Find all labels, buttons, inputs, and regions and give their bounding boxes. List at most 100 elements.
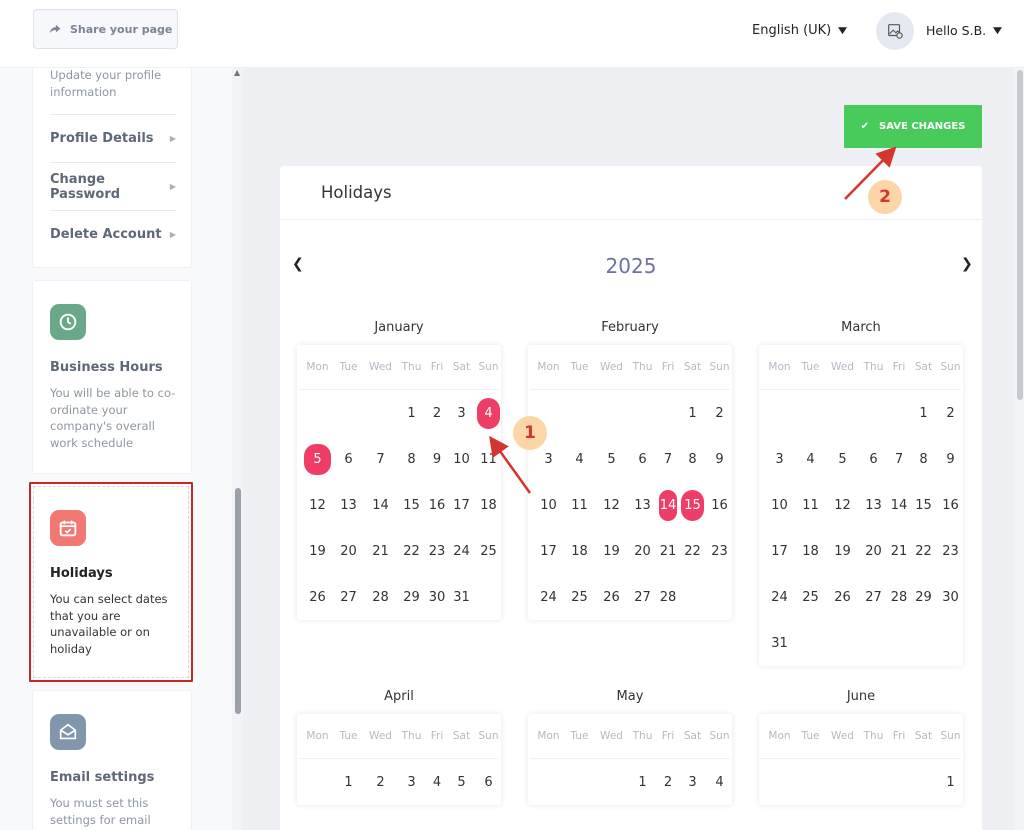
day-cell[interactable]: 25 bbox=[475, 536, 502, 567]
day-cell[interactable]: 11 bbox=[475, 444, 502, 475]
day-cell[interactable]: 30 bbox=[426, 582, 448, 613]
day-cell[interactable]: 2 bbox=[706, 398, 733, 429]
sidebar-item-delete-account[interactable]: Delete Account ▶ bbox=[50, 210, 176, 258]
day-cell[interactable]: 21 bbox=[364, 536, 397, 567]
day-cell[interactable]: 22 bbox=[397, 536, 426, 567]
day-cell-selected[interactable]: 14 bbox=[659, 489, 677, 521]
day-cell[interactable]: 23 bbox=[937, 536, 964, 567]
day-cell[interactable]: 1 bbox=[397, 398, 426, 429]
day-cell[interactable]: 23 bbox=[426, 536, 448, 567]
day-cell[interactable]: 1 bbox=[937, 767, 964, 798]
day-cell[interactable]: 9 bbox=[426, 444, 448, 475]
day-cell[interactable]: 1 bbox=[910, 398, 937, 429]
day-cell[interactable]: 7 bbox=[657, 444, 679, 475]
sidebar-scrollbar-thumb[interactable] bbox=[235, 488, 241, 714]
day-cell[interactable]: 26 bbox=[302, 582, 333, 613]
day-cell[interactable]: 22 bbox=[910, 536, 937, 567]
chevron-right-icon[interactable]: ❯ bbox=[961, 256, 973, 272]
day-cell[interactable]: 8 bbox=[910, 444, 937, 475]
day-cell[interactable]: 7 bbox=[888, 444, 910, 475]
day-cell[interactable]: 5 bbox=[448, 767, 475, 798]
day-cell[interactable]: 6 bbox=[333, 444, 364, 475]
day-cell[interactable]: 21 bbox=[888, 536, 910, 567]
day-cell[interactable]: 13 bbox=[859, 490, 888, 521]
day-cell[interactable]: 17 bbox=[764, 536, 795, 567]
day-cell[interactable]: 23 bbox=[706, 536, 733, 567]
day-cell[interactable]: 18 bbox=[564, 536, 595, 567]
sidebar-card-holidays[interactable]: Holidays You can select dates that you a… bbox=[29, 482, 193, 682]
day-cell[interactable]: 18 bbox=[795, 536, 826, 567]
day-cell[interactable]: 18 bbox=[475, 490, 502, 521]
day-cell[interactable]: 13 bbox=[628, 490, 657, 521]
day-cell[interactable]: 5 bbox=[595, 444, 628, 475]
day-cell[interactable]: 11 bbox=[795, 490, 826, 521]
day-cell[interactable]: 14 bbox=[364, 490, 397, 521]
day-cell[interactable]: 3 bbox=[397, 767, 426, 798]
day-cell[interactable]: 14 bbox=[888, 490, 910, 521]
day-cell[interactable]: 2 bbox=[364, 767, 397, 798]
day-cell[interactable]: 22 bbox=[679, 536, 706, 567]
day-cell[interactable]: 2 bbox=[937, 398, 964, 429]
day-cell[interactable]: 19 bbox=[302, 536, 333, 567]
user-menu[interactable]: Hello S.B. ▼ bbox=[926, 23, 1002, 38]
day-cell[interactable]: 1 bbox=[628, 767, 657, 798]
day-cell[interactable]: 27 bbox=[859, 582, 888, 613]
day-cell[interactable]: 17 bbox=[533, 536, 564, 567]
main-scrollbar-thumb[interactable] bbox=[1017, 70, 1023, 400]
avatar[interactable] bbox=[876, 12, 914, 50]
day-cell[interactable]: 1 bbox=[679, 398, 706, 429]
day-cell[interactable]: 7 bbox=[364, 444, 397, 475]
day-cell[interactable]: 6 bbox=[475, 767, 502, 798]
day-cell[interactable]: 2 bbox=[657, 767, 679, 798]
day-cell[interactable]: 30 bbox=[937, 582, 964, 613]
day-cell[interactable]: 8 bbox=[679, 444, 706, 475]
day-cell[interactable]: 2 bbox=[426, 398, 448, 429]
day-cell[interactable]: 10 bbox=[764, 490, 795, 521]
day-cell[interactable]: 4 bbox=[564, 444, 595, 475]
day-cell[interactable]: 27 bbox=[628, 582, 657, 613]
scroll-up-icon[interactable]: ▲ bbox=[234, 68, 240, 77]
day-cell[interactable]: 1 bbox=[333, 767, 364, 798]
day-cell[interactable]: 8 bbox=[397, 444, 426, 475]
save-changes-button[interactable]: ✔ SAVE CHANGES bbox=[844, 105, 982, 148]
day-cell[interactable]: 28 bbox=[888, 582, 910, 613]
day-cell[interactable]: 6 bbox=[628, 444, 657, 475]
day-cell[interactable]: 26 bbox=[595, 582, 628, 613]
day-cell[interactable]: 12 bbox=[595, 490, 628, 521]
day-cell[interactable]: 4 bbox=[706, 767, 733, 798]
day-cell[interactable]: 24 bbox=[533, 582, 564, 613]
day-cell[interactable]: 27 bbox=[333, 582, 364, 613]
day-cell[interactable]: 5 bbox=[826, 444, 859, 475]
day-cell[interactable]: 9 bbox=[937, 444, 964, 475]
day-cell[interactable]: 24 bbox=[764, 582, 795, 613]
day-cell-selected[interactable]: 4 bbox=[477, 397, 500, 429]
day-cell[interactable]: 19 bbox=[826, 536, 859, 567]
day-cell[interactable]: 3 bbox=[448, 398, 475, 429]
day-cell[interactable]: 12 bbox=[826, 490, 859, 521]
day-cell[interactable]: 24 bbox=[448, 536, 475, 567]
day-cell[interactable]: 28 bbox=[657, 582, 679, 613]
language-selector[interactable]: English (UK) ▼ bbox=[752, 23, 847, 38]
day-cell[interactable]: 25 bbox=[564, 582, 595, 613]
day-cell[interactable]: 17 bbox=[448, 490, 475, 521]
day-cell[interactable]: 21 bbox=[657, 536, 679, 567]
day-cell-selected[interactable]: 15 bbox=[681, 489, 704, 521]
day-cell[interactable]: 13 bbox=[333, 490, 364, 521]
day-cell[interactable]: 25 bbox=[795, 582, 826, 613]
day-cell[interactable]: 15 bbox=[910, 490, 937, 521]
day-cell[interactable]: 26 bbox=[826, 582, 859, 613]
day-cell[interactable]: 11 bbox=[564, 490, 595, 521]
share-page-button[interactable]: Share your page bbox=[33, 9, 178, 49]
day-cell[interactable]: 31 bbox=[448, 582, 475, 613]
day-cell[interactable]: 4 bbox=[426, 767, 448, 798]
sidebar-scrollbar[interactable] bbox=[232, 68, 243, 830]
sidebar-item-profile-details[interactable]: Profile Details ▶ bbox=[50, 114, 176, 162]
day-cell[interactable]: 10 bbox=[448, 444, 475, 475]
day-cell[interactable]: 16 bbox=[937, 490, 964, 521]
day-cell[interactable]: 9 bbox=[706, 444, 733, 475]
sidebar-card-business-hours[interactable]: Business Hours You will be able to co-or… bbox=[32, 280, 192, 474]
day-cell[interactable]: 3 bbox=[679, 767, 706, 798]
day-cell[interactable]: 4 bbox=[795, 444, 826, 475]
day-cell[interactable]: 31 bbox=[764, 628, 795, 659]
day-cell[interactable]: 10 bbox=[533, 490, 564, 521]
